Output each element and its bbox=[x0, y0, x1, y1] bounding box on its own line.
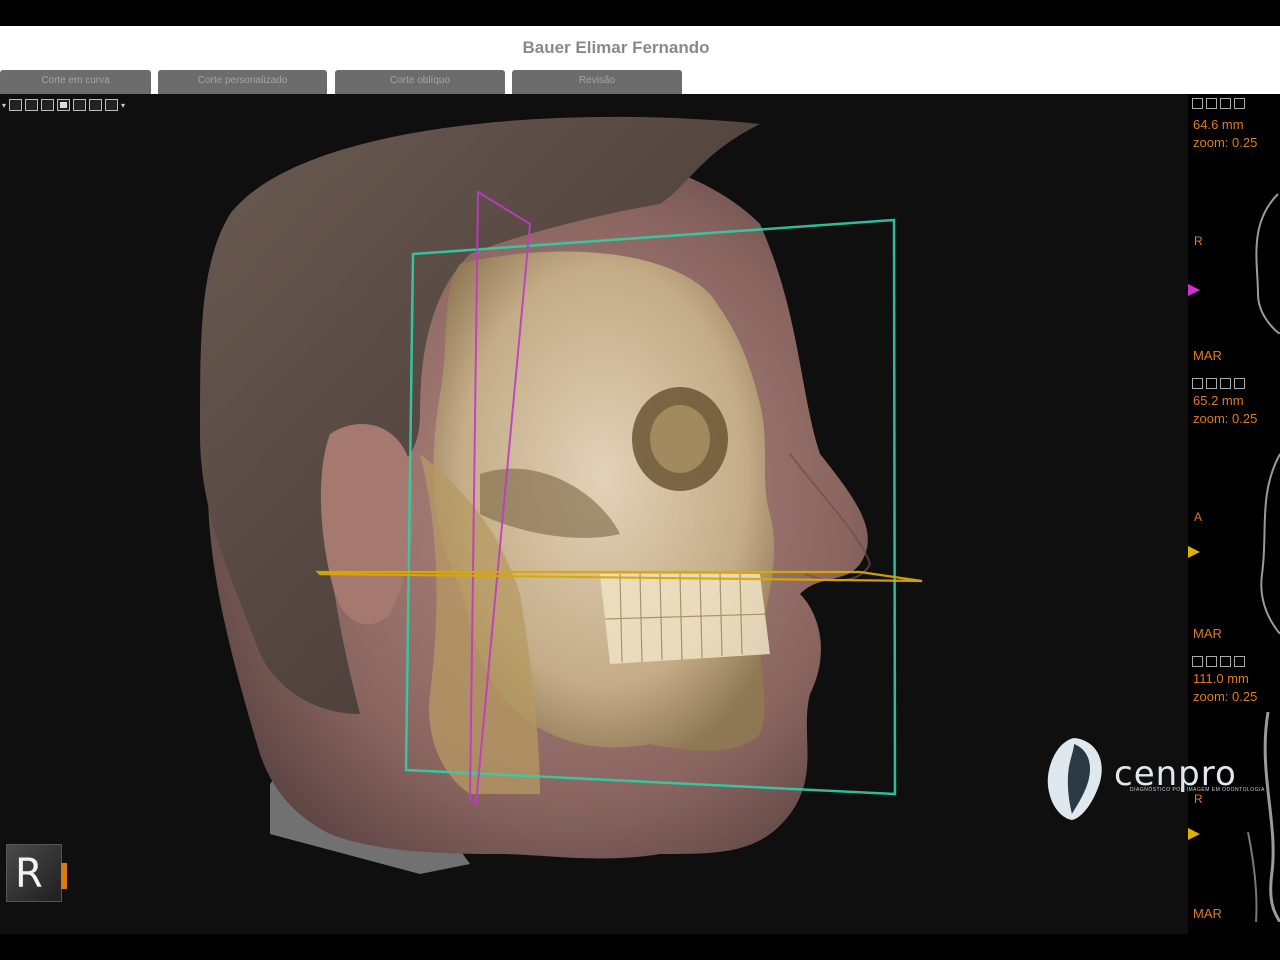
save-icon[interactable] bbox=[1192, 98, 1203, 109]
slice-pane-3-mar: MAR bbox=[1193, 906, 1222, 921]
tab-corte-personalizado[interactable]: Corte personalizado bbox=[158, 70, 327, 94]
slice-pane-1-mar: MAR bbox=[1193, 348, 1222, 363]
orientation-cube-edge bbox=[61, 863, 67, 889]
viewport-toolbar: ▾ ▾ bbox=[2, 98, 125, 112]
cenpro-logo-mark-icon bbox=[1047, 738, 1102, 820]
head-render[interactable] bbox=[0, 94, 1188, 934]
slice-pane-3-zoom: zoom: 0.25 bbox=[1193, 689, 1258, 704]
slice-pane-1-zoom: zoom: 0.25 bbox=[1193, 135, 1258, 150]
maximize-icon[interactable] bbox=[1234, 98, 1245, 109]
slice-pane-1-distance: 64.6 mm bbox=[1193, 117, 1244, 132]
grid-icon[interactable] bbox=[1206, 98, 1217, 109]
grid-icon[interactable] bbox=[1206, 656, 1217, 667]
layout-grid-icon[interactable] bbox=[9, 99, 23, 111]
save-icon[interactable] bbox=[1192, 656, 1203, 667]
slice-pane-3-tools bbox=[1192, 656, 1245, 667]
toolbar-more-arrow-icon[interactable]: ▾ bbox=[121, 101, 125, 110]
toolbar-menu-arrow-icon[interactable]: ▾ bbox=[2, 101, 6, 110]
slice-pane-1[interactable]: 64.6 mm zoom: 0.25 R MAR bbox=[1188, 94, 1280, 371]
slice-pane-2-distance: 65.2 mm bbox=[1193, 393, 1244, 408]
slice-pane-1-tools bbox=[1192, 98, 1245, 109]
window-single-icon[interactable] bbox=[105, 99, 119, 111]
save-icon[interactable] bbox=[1192, 378, 1203, 389]
window-copy-icon[interactable] bbox=[25, 99, 39, 111]
window-icon[interactable] bbox=[1220, 656, 1231, 667]
window-tile-icon[interactable] bbox=[89, 99, 103, 111]
patient-name: Bauer Elimar Fernando bbox=[522, 38, 710, 57]
tab-corte-em-curva[interactable]: Corte em curva bbox=[0, 70, 151, 94]
teeth bbox=[600, 574, 770, 664]
header-bar: Bauer Elimar Fernando Corte em curva Cor… bbox=[0, 26, 1280, 94]
maximize-icon[interactable] bbox=[1234, 378, 1245, 389]
slice-pane-3-distance: 111.0 mm bbox=[1193, 671, 1249, 686]
window-bottom-bar bbox=[0, 934, 1280, 960]
slice-pane-2-marker[interactable] bbox=[1188, 546, 1200, 558]
grid-icon[interactable] bbox=[1206, 378, 1217, 389]
slice-pane-2-orientation: A bbox=[1194, 510, 1203, 524]
slice-pane-1-marker[interactable] bbox=[1188, 284, 1200, 296]
window-stack-icon[interactable] bbox=[41, 99, 55, 111]
maximize-icon[interactable] bbox=[1234, 656, 1245, 667]
window-icon[interactable] bbox=[1220, 98, 1231, 109]
slice-pane-2[interactable]: 65.2 mm zoom: 0.25 A MAR bbox=[1188, 374, 1280, 651]
slice-pane-3-marker[interactable] bbox=[1188, 828, 1200, 840]
tab-revisao[interactable]: Revisão bbox=[512, 70, 682, 94]
orientation-cube-label: R bbox=[15, 851, 43, 897]
window-split-icon[interactable] bbox=[73, 99, 87, 111]
ct-viewer-app: Bauer Elimar Fernando Corte em curva Cor… bbox=[0, 0, 1280, 960]
cenpro-logo: cenpro DIAGNÓSTICO POR IMAGEM EM ODONTOL… bbox=[1044, 734, 1274, 824]
slice-pane-1-orientation: R bbox=[1194, 234, 1203, 248]
window-icon[interactable] bbox=[1220, 378, 1231, 389]
3d-render-viewport[interactable]: ▾ ▾ R bbox=[0, 94, 1188, 934]
slice-pane-2-tools bbox=[1192, 378, 1245, 389]
slice-pane-2-mar: MAR bbox=[1193, 626, 1222, 641]
orientation-cube[interactable]: R bbox=[6, 844, 67, 902]
slice-pane-1-image bbox=[1255, 193, 1280, 334]
fill-view-icon[interactable] bbox=[57, 99, 71, 111]
cenpro-logo-tagline: DIAGNÓSTICO POR IMAGEM EM ODONTOLOGIA bbox=[1130, 787, 1265, 793]
slice-pane-2-zoom: zoom: 0.25 bbox=[1193, 411, 1258, 426]
window-top-bar bbox=[0, 0, 1280, 26]
slice-pane-2-image bbox=[1260, 453, 1280, 634]
tab-corte-obliquo[interactable]: Corte oblíquo bbox=[335, 70, 505, 94]
